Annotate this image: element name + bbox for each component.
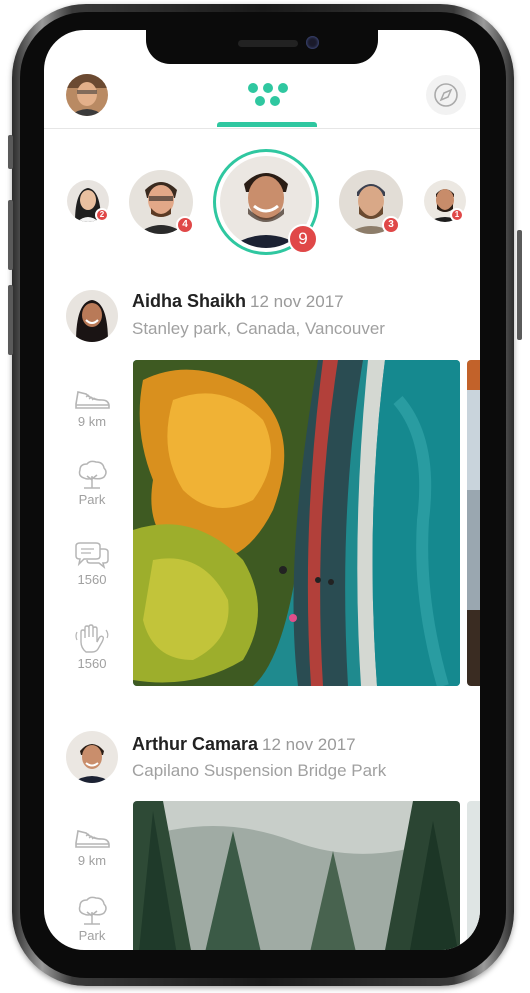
comments-icon <box>75 542 109 569</box>
shoe-icon <box>75 391 110 409</box>
post-photo[interactable] <box>133 801 460 950</box>
notch <box>146 30 378 64</box>
stat-distance-value: 9 km <box>77 414 107 429</box>
tree-icon <box>78 896 107 925</box>
story-avatar-3[interactable]: 3 <box>339 170 403 234</box>
top-bar <box>44 70 480 129</box>
app-screen: 2 4 9 3 1 Aidha Shaikh 12 nov 2017 Stanle… <box>44 30 480 950</box>
post-photo[interactable] <box>133 360 460 686</box>
stat-waves-value: 1560 <box>77 656 107 671</box>
stat-place-value: Park <box>78 928 106 943</box>
stat-distance-value: 9 km <box>77 853 107 868</box>
hand-wave-icon <box>75 624 109 653</box>
mute-switch <box>8 135 13 169</box>
next-photo-peek[interactable] <box>467 801 480 950</box>
post-date: 12 nov 2017 <box>262 735 356 754</box>
post-author-name[interactable]: Aidha Shaikh 12 nov 2017 <box>132 291 344 312</box>
next-photo-peek[interactable] <box>467 360 480 686</box>
story-avatar-4[interactable]: 1 <box>424 180 466 222</box>
post-author-name-text: Aidha Shaikh <box>132 291 247 311</box>
story-avatar-1[interactable]: 2 <box>67 180 109 222</box>
story-badge: 3 <box>382 216 400 234</box>
dots-grid-icon[interactable] <box>246 83 290 109</box>
tree-icon <box>78 460 107 489</box>
stat-place: Park <box>66 896 118 943</box>
power-button <box>517 230 522 340</box>
story-avatar-2[interactable]: 4 <box>129 170 194 234</box>
stat-place: Park <box>66 460 118 507</box>
story-badge: 4 <box>176 216 194 234</box>
stat-place-value: Park <box>78 492 106 507</box>
post-author-avatar[interactable] <box>66 290 118 342</box>
volume-down-button <box>8 285 13 355</box>
post-author-name[interactable]: Arthur Camara 12 nov 2017 <box>132 734 356 755</box>
active-tab-indicator <box>217 122 317 127</box>
stat-distance: 9 km <box>66 823 118 868</box>
volume-up-button <box>8 200 13 270</box>
profile-avatar[interactable] <box>66 74 108 116</box>
post-author-name-text: Arthur Camara <box>132 734 259 754</box>
speaker <box>238 40 298 47</box>
stat-comments-value: 1560 <box>77 572 107 587</box>
post-date: 12 nov 2017 <box>250 292 344 311</box>
stat-comments[interactable]: 1560 <box>66 540 118 587</box>
post-author-avatar[interactable] <box>66 731 118 783</box>
story-badge: 2 <box>95 208 109 222</box>
compass-icon <box>434 83 458 107</box>
story-badge: 9 <box>288 224 318 254</box>
stat-waves[interactable]: 1560 <box>66 624 118 671</box>
front-camera <box>306 36 319 49</box>
compass-button[interactable] <box>426 75 466 115</box>
post-location[interactable]: Stanley park, Canada, Vancouver <box>132 319 385 339</box>
shoe-icon <box>75 830 110 848</box>
story-avatar-active[interactable]: 9 <box>213 149 319 255</box>
stat-distance: 9 km <box>66 384 118 429</box>
story-badge: 1 <box>450 208 464 222</box>
post-location[interactable]: Capilano Suspension Bridge Park <box>132 761 386 781</box>
